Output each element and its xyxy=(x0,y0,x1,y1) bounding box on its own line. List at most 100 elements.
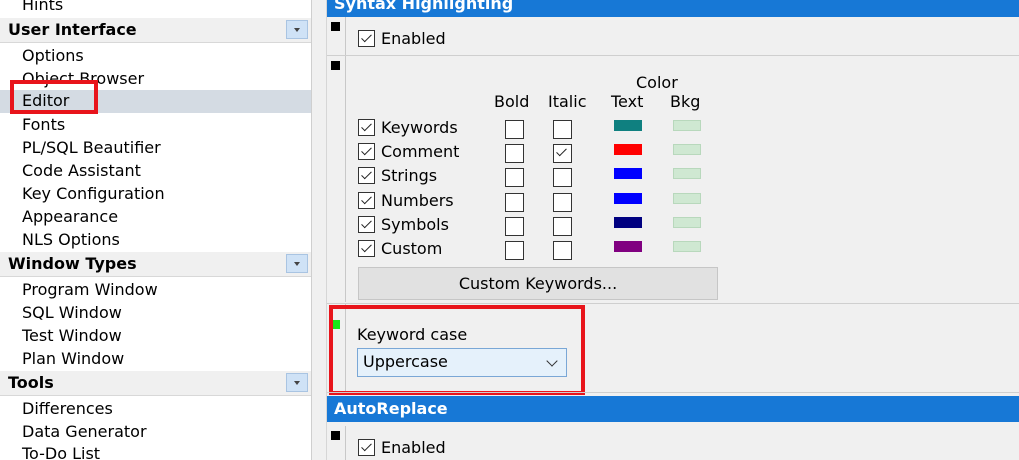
section-header-autoreplace: AutoReplace xyxy=(327,396,1019,422)
category-user-interface[interactable]: User Interface xyxy=(0,18,311,43)
splitter[interactable] xyxy=(311,0,327,460)
bkg-color-swatch[interactable] xyxy=(673,241,701,252)
syntax-row-checkbox[interactable] xyxy=(358,119,375,136)
divider xyxy=(345,56,346,302)
syntax-row-label: Comment xyxy=(381,142,460,161)
section-header-syntax: Syntax Highlighting xyxy=(327,0,1019,17)
options-tree: Hints User Interface Options Object Brow… xyxy=(0,0,311,460)
custom-keywords-button[interactable]: Custom Keywords... xyxy=(358,267,718,300)
tree-item-hints[interactable]: Hints xyxy=(0,0,311,17)
text-color-swatch[interactable] xyxy=(614,120,642,131)
syntax-row-checkbox[interactable] xyxy=(358,143,375,160)
category-label: Window Types xyxy=(8,254,137,273)
autoreplace-enabled-checkbox[interactable] xyxy=(358,439,375,456)
column-header-bkg: Bkg xyxy=(670,92,701,111)
tree-item-program-window[interactable]: Program Window xyxy=(0,279,311,302)
tree-item-plsql-beautifier[interactable]: PL/SQL Beautifier xyxy=(0,137,311,160)
bold-checkbox[interactable] xyxy=(505,241,524,260)
text-color-swatch[interactable] xyxy=(614,168,642,179)
category-label: User Interface xyxy=(8,20,137,39)
divider xyxy=(327,55,1019,56)
tree-item-appearance[interactable]: Appearance xyxy=(0,206,311,229)
column-header-italic: Italic xyxy=(548,92,587,111)
tree-item-label: NLS Options xyxy=(22,230,120,249)
tree-item-fonts[interactable]: Fonts xyxy=(0,114,311,137)
tree-item-label: Code Assistant xyxy=(22,161,141,180)
autoreplace-enabled-label: Enabled xyxy=(381,438,446,457)
bkg-color-swatch[interactable] xyxy=(673,120,701,131)
bkg-color-swatch[interactable] xyxy=(673,193,701,204)
syntax-row-label: Symbols xyxy=(381,215,449,234)
italic-checkbox[interactable] xyxy=(553,144,572,163)
italic-checkbox[interactable] xyxy=(553,168,572,187)
tree-item-nls-options[interactable]: NLS Options xyxy=(0,229,311,252)
italic-checkbox[interactable] xyxy=(553,241,572,260)
tree-item-todo-list[interactable]: To-Do List xyxy=(0,443,311,460)
tree-item-label: Appearance xyxy=(22,207,119,226)
syntax-row-label: Custom xyxy=(381,239,443,258)
category-window-types[interactable]: Window Types xyxy=(0,252,311,277)
section-marker xyxy=(331,22,340,31)
tree-item-label: Fonts xyxy=(22,115,66,134)
tree-item-test-window[interactable]: Test Window xyxy=(0,325,311,348)
divider xyxy=(327,392,1019,393)
text-color-swatch[interactable] xyxy=(614,193,642,204)
bold-checkbox[interactable] xyxy=(505,168,524,187)
italic-checkbox[interactable] xyxy=(553,217,572,236)
highlight-box xyxy=(10,80,98,114)
tree-item-options[interactable]: Options xyxy=(0,45,311,68)
tree-item-plan-window[interactable]: Plan Window xyxy=(0,348,311,371)
chevron-down-icon[interactable] xyxy=(286,254,308,273)
italic-checkbox[interactable] xyxy=(553,120,572,139)
column-header-text: Text xyxy=(611,92,644,111)
tree-item-sql-window[interactable]: SQL Window xyxy=(0,302,311,325)
bkg-color-swatch[interactable] xyxy=(673,144,701,155)
syntax-enabled-label: Enabled xyxy=(381,29,446,48)
bold-checkbox[interactable] xyxy=(505,217,524,236)
text-color-swatch[interactable] xyxy=(614,217,642,228)
bkg-color-swatch[interactable] xyxy=(673,217,701,228)
column-header-bold: Bold xyxy=(494,92,530,111)
tree-item-label: PL/SQL Beautifier xyxy=(22,138,161,157)
tree-item-differences[interactable]: Differences xyxy=(0,398,311,421)
syntax-row-label: Keywords xyxy=(381,118,458,137)
syntax-row-label: Strings xyxy=(381,166,438,185)
bold-checkbox[interactable] xyxy=(505,144,524,163)
editor-options-panel: Syntax Highlighting Enabled Color Bold I… xyxy=(327,0,1019,460)
syntax-row-label: Numbers xyxy=(381,191,454,210)
section-marker xyxy=(331,431,340,440)
category-tools[interactable]: Tools xyxy=(0,371,311,396)
syntax-row-checkbox[interactable] xyxy=(358,216,375,233)
tree-item-label: Hints xyxy=(22,0,64,14)
syntax-row-checkbox[interactable] xyxy=(358,240,375,257)
divider xyxy=(345,426,346,460)
tree-item-label: To-Do List xyxy=(22,444,101,460)
text-color-swatch[interactable] xyxy=(614,144,642,155)
section-title: Syntax Highlighting xyxy=(334,0,514,13)
bold-checkbox[interactable] xyxy=(505,193,524,212)
tree-item-label: Test Window xyxy=(22,326,122,345)
tree-item-label: Program Window xyxy=(22,280,158,299)
tree-item-label: Differences xyxy=(22,399,113,418)
tree-item-label: Options xyxy=(22,46,84,65)
divider xyxy=(327,303,1019,304)
tree-item-data-generator[interactable]: Data Generator xyxy=(0,421,311,444)
tree-item-key-configuration[interactable]: Key Configuration xyxy=(0,183,311,206)
text-color-swatch[interactable] xyxy=(614,241,642,252)
tree-item-label: SQL Window xyxy=(22,303,122,322)
syntax-row-checkbox[interactable] xyxy=(358,167,375,184)
bkg-color-swatch[interactable] xyxy=(673,168,701,179)
bold-checkbox[interactable] xyxy=(505,120,524,139)
syntax-enabled-checkbox[interactable] xyxy=(358,30,375,47)
tree-item-label: Data Generator xyxy=(22,422,147,441)
highlight-box xyxy=(329,305,585,395)
section-marker xyxy=(331,61,340,70)
category-label: Tools xyxy=(8,373,54,392)
tree-item-label: Key Configuration xyxy=(22,184,165,203)
chevron-down-icon[interactable] xyxy=(286,20,308,39)
tree-item-label: Plan Window xyxy=(22,349,125,368)
syntax-row-checkbox[interactable] xyxy=(358,192,375,209)
tree-item-code-assistant[interactable]: Code Assistant xyxy=(0,160,311,183)
italic-checkbox[interactable] xyxy=(553,193,572,212)
chevron-down-icon[interactable] xyxy=(286,373,308,392)
